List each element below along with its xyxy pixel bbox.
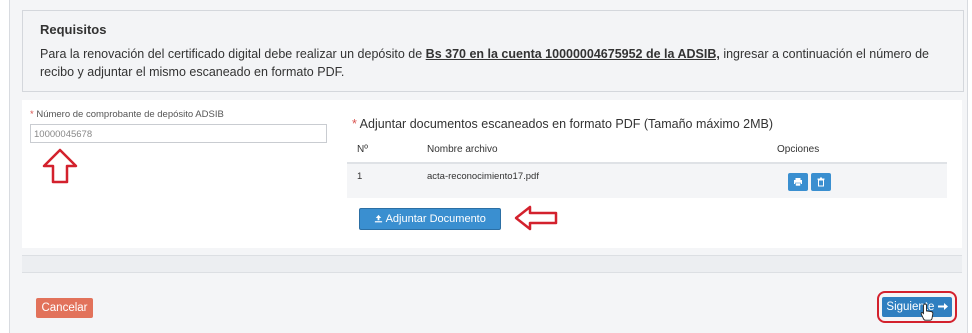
trash-icon: [817, 177, 825, 187]
form-frame: Requisitos Para la renovación del certif…: [9, 0, 968, 333]
delete-button[interactable]: [811, 173, 831, 191]
column-header-number: Nº: [357, 144, 368, 155]
cancel-button[interactable]: Cancelar: [36, 298, 93, 318]
upload-label-text: Adjuntar documentos escaneados en format…: [356, 117, 774, 131]
upload-label: * Adjuntar documentos escaneados en form…: [352, 117, 773, 131]
column-header-options: Opciones: [777, 144, 820, 155]
requirements-text-bold: Bs 370 en la cuenta 10000004675952 de la…: [425, 47, 720, 61]
attach-document-button[interactable]: Adjuntar Documento: [359, 208, 501, 230]
print-button[interactable]: [788, 173, 808, 191]
attach-document-label: Adjuntar Documento: [385, 213, 486, 225]
requirements-text-part: Para la renovación del certificado digit…: [40, 47, 426, 61]
print-icon: [794, 178, 802, 187]
row-number: 1: [357, 171, 363, 182]
column-header-filename: Nombre archivo: [427, 144, 498, 155]
next-button[interactable]: Siguiente: [882, 297, 952, 317]
footer-bar: Cancelar Siguiente: [22, 283, 962, 323]
requirements-title: Requisitos: [40, 22, 107, 37]
annotation-arrow-left-icon: [514, 205, 558, 231]
section-divider: [22, 255, 962, 273]
upload-icon: [375, 214, 383, 223]
form-content: * Número de comprobante de depósito ADSI…: [22, 100, 962, 248]
deposit-label: * Número de comprobante de depósito ADSI…: [30, 109, 224, 120]
hand-cursor-icon: [920, 303, 934, 321]
arrow-right-icon: [937, 303, 948, 310]
row-filename: acta-reconocimiento17.pdf: [427, 171, 539, 182]
requirements-text: Para la renovación del certificado digit…: [40, 45, 955, 81]
table-header: Nº Nombre archivo Opciones: [347, 138, 947, 164]
requirements-panel: Requisitos Para la renovación del certif…: [22, 10, 964, 92]
annotation-arrow-up-icon: [42, 148, 78, 184]
deposit-number-input[interactable]: 10000045678: [30, 124, 327, 143]
table-row: 1 acta-reconocimiento17.pdf: [347, 164, 947, 198]
deposit-label-text: Número de comprobante de depósito ADSIB: [33, 109, 224, 120]
